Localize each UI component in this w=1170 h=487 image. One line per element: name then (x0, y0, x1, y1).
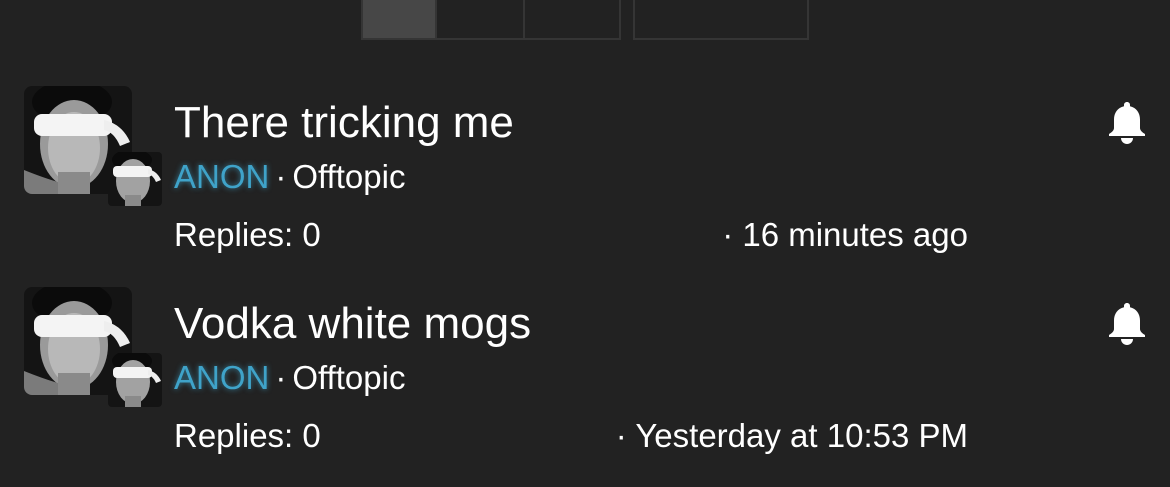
page-current[interactable]: 1 (363, 0, 437, 38)
author-link[interactable]: ANON (174, 158, 269, 195)
thread-meta: ANON · Offtopic (174, 359, 405, 397)
avatar-group[interactable] (24, 287, 164, 407)
thread-meta: ANON · Offtopic (174, 158, 405, 196)
avatar-small[interactable] (108, 353, 162, 407)
page-ellipsis[interactable]: ... (437, 0, 525, 38)
pagination-next-group: Next (633, 0, 809, 40)
meta-separator: · (275, 158, 287, 195)
thread-title[interactable]: There tricking me (174, 98, 514, 148)
thread-row[interactable]: There tricking me ANON · Offtopic Replies:… (0, 86, 1170, 286)
replies-count: Replies: 0 (174, 216, 321, 253)
bell-icon[interactable] (1107, 301, 1147, 345)
thread-title[interactable]: Vodka white mogs (174, 299, 531, 349)
next-page-button[interactable]: Next (635, 0, 807, 38)
replies-count: Replies: 0 (174, 417, 321, 454)
last-post-time[interactable]: · Yesterday at 10:53 PM (616, 417, 968, 455)
avatar-small[interactable] (108, 152, 162, 206)
last-post-time[interactable]: · 16 minutes ago (722, 216, 968, 254)
meta-separator: · (275, 359, 287, 396)
bell-icon[interactable] (1107, 100, 1147, 144)
avatar-group[interactable] (24, 86, 164, 206)
author-link[interactable]: ANON (174, 359, 269, 396)
page-last[interactable]: 15 (525, 0, 619, 38)
pagination: 1 ... 15 (361, 0, 621, 40)
thread-row[interactable]: Vodka white mogs ANON · Offtopic Replies: … (0, 287, 1170, 487)
forum-link[interactable]: Offtopic (292, 359, 405, 396)
forum-link[interactable]: Offtopic (292, 158, 405, 195)
